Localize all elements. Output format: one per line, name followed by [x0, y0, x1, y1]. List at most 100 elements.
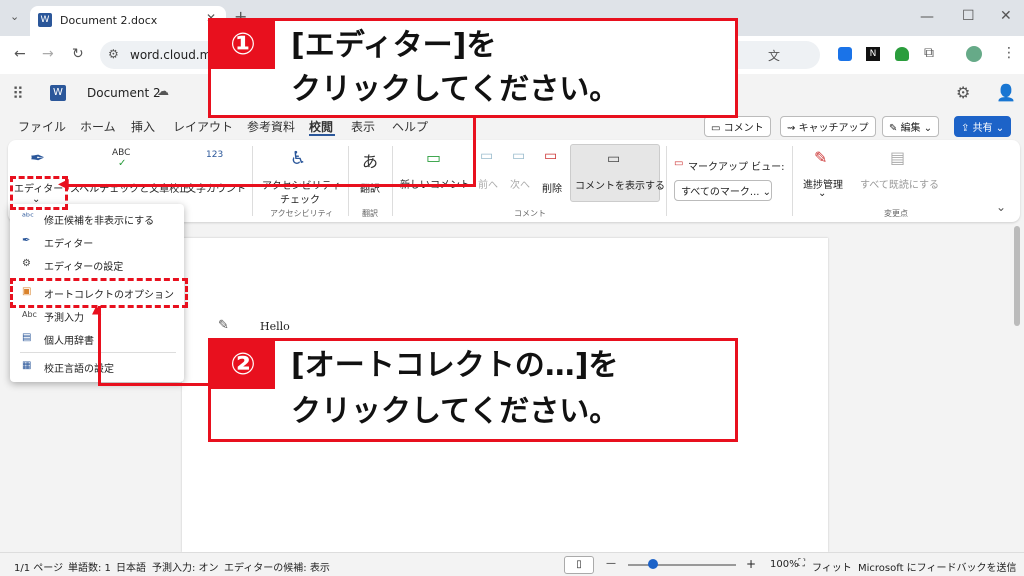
shield-extension-icon[interactable] — [895, 47, 909, 61]
word-count[interactable]: 単語数: 1 — [68, 559, 111, 574]
status-bar: 1/1 ページ 単語数: 1 日本語 予測入力: オン エディターの候補: 表示… — [0, 552, 1024, 576]
tab-view[interactable]: 表示 — [351, 118, 375, 135]
predictive-text-status[interactable]: 予測入力: オン — [152, 559, 219, 574]
extension-icon[interactable] — [838, 47, 852, 61]
settings-gear-icon[interactable]: ⚙ — [956, 83, 970, 102]
share-icon: ⇪ — [961, 123, 973, 134]
markup-view-select[interactable]: すべてのマーク... ⌄ — [674, 180, 772, 201]
connector-line-2b — [98, 383, 210, 386]
spellcheck-button[interactable]: スペルチェックと文章校正 — [70, 180, 189, 195]
catchup-button[interactable]: ⇝ キャッチアップ — [780, 116, 876, 137]
step-1-line-1: [エディター]を — [291, 28, 497, 63]
maximize-icon[interactable]: ☐ — [962, 8, 975, 24]
translate-button[interactable]: 翻訳 — [360, 180, 380, 195]
zoom-slider-track[interactable] — [628, 564, 736, 566]
group-label-changes: 変更点 — [884, 209, 908, 218]
app-launcher-icon[interactable]: ⠿ — [12, 84, 24, 103]
close-window-icon[interactable]: ✕ — [1000, 8, 1012, 24]
catchup-icon: ⇝ — [787, 123, 799, 134]
menu-item-predictive-text[interactable]: Abc 予測入力 — [22, 309, 182, 324]
reload-icon[interactable]: ↻ — [72, 46, 84, 62]
divider — [666, 146, 667, 216]
fit-button[interactable]: フィット — [812, 559, 852, 574]
tab-file[interactable]: ファイル — [18, 118, 66, 135]
show-comments-button[interactable]: ▭ コメントを表示する — [570, 144, 665, 202]
tab-layout[interactable]: レイアウト — [173, 118, 233, 135]
comment-button[interactable]: ▭ コメント — [704, 116, 771, 137]
wordcount-button[interactable]: 文字カウント — [186, 180, 246, 195]
forward-icon[interactable]: → — [42, 46, 54, 62]
notion-extension-icon[interactable]: N — [866, 47, 880, 61]
zoom-in-button[interactable]: + — [746, 557, 756, 571]
accept-all-button[interactable]: すべて既読にする — [860, 176, 939, 191]
menu-item-label: 予測入力 — [44, 313, 84, 324]
step-2-line-2: クリックしてください。 — [291, 394, 620, 429]
comment-icon: ▭ — [711, 123, 724, 134]
scrollbar-thumb[interactable] — [1014, 226, 1020, 326]
menu-item-label: エディター — [44, 239, 94, 250]
next-comment-button[interactable]: 次へ — [510, 176, 530, 191]
zoom-out-button[interactable]: — — [606, 558, 616, 569]
menu-item-hide-suggestions[interactable]: ᵃᵇᶜ 修正候補を非表示にする — [22, 212, 182, 227]
minimize-icon[interactable]: — — [920, 9, 934, 25]
connector-line-2 — [98, 306, 101, 386]
tab-review[interactable]: 校閲 — [309, 118, 333, 135]
menu-item-label: 修正候補を非表示にする — [44, 216, 155, 227]
zoom-slider-thumb[interactable] — [648, 559, 658, 569]
markup-icon: ▭ — [674, 158, 684, 169]
delete-comment-icon: ▭ — [544, 148, 558, 164]
tab-references[interactable]: 参考資料 — [247, 118, 295, 135]
track-changes-chevron-icon[interactable]: ⌄ — [818, 188, 826, 199]
new-comment-icon: ▭ — [426, 148, 442, 167]
page-count: 1/1 ページ — [14, 563, 64, 574]
next-comment-icon: ▭ — [512, 148, 526, 164]
tab-insert[interactable]: 挿入 — [131, 118, 155, 135]
back-icon[interactable]: ← — [14, 46, 26, 62]
more-menu-icon[interactable]: ⋮ — [1002, 45, 1016, 61]
tab-search-icon[interactable]: ⌄ — [10, 10, 19, 23]
callout-step-1: ① [エディター]を クリックしてください。 — [208, 18, 738, 118]
menu-item-editor[interactable]: ✒ エディター — [22, 235, 182, 250]
profile-avatar[interactable] — [966, 46, 982, 62]
connector-line-1b — [473, 118, 476, 187]
active-tab-indicator — [309, 134, 335, 136]
tab-help[interactable]: ヘルプ — [392, 118, 428, 135]
translate-icon[interactable]: 文 — [768, 47, 780, 64]
copilot-sparkle-icon[interactable]: ✎ — [218, 318, 229, 333]
language-indicator[interactable]: 日本語 — [116, 559, 146, 574]
abc-strike-icon: ᵃᵇᶜ — [22, 212, 34, 223]
divider — [348, 146, 349, 216]
prev-comment-button[interactable]: 前へ — [478, 176, 498, 191]
edit-mode-button[interactable]: ✎ 編集 ⌄ — [882, 116, 940, 137]
fit-icon: ⛶ — [798, 558, 805, 569]
accessibility-check-label-2: チェック — [280, 195, 320, 206]
menu-item-custom-dictionary[interactable]: ▤ 個人用辞書 — [22, 332, 182, 347]
ribbon-collapse-chevron-icon[interactable]: ⌄ — [996, 200, 1006, 214]
account-person-icon[interactable]: 👤 — [996, 83, 1016, 102]
cloud-saved-icon: ☁ — [157, 84, 169, 98]
site-info-icon[interactable]: ⚙ — [108, 47, 119, 61]
share-button[interactable]: ⇪ 共有 ⌄ — [954, 116, 1012, 137]
editor-pen-icon: ✒ — [30, 148, 46, 169]
tab-home[interactable]: ホーム — [80, 118, 116, 135]
group-label-accessibility: アクセシビリティ — [270, 209, 334, 218]
spellcheck-check-icon: ✓ — [118, 158, 127, 169]
step-2-number: ② — [211, 341, 275, 389]
divider — [792, 146, 793, 216]
menu-item-proofing-language[interactable]: ▦ 校正言語の設定 — [22, 360, 182, 375]
divider — [392, 146, 393, 216]
pencil-icon: ✎ — [889, 123, 901, 134]
delete-comment-button[interactable]: 削除 — [542, 180, 562, 195]
feedback-link[interactable]: Microsoft にフィードバックを送信 — [858, 559, 1017, 574]
markup-select-value: すべてのマーク... — [681, 187, 760, 198]
markup-view-label: マークアップ ビュー: — [688, 162, 785, 173]
zoom-level[interactable]: 100% — [770, 559, 799, 570]
print-layout-icon[interactable]: ▯ — [564, 556, 594, 574]
document-title[interactable]: Document 2 — [87, 86, 161, 100]
menu-item-editor-settings[interactable]: ⚙ エディターの設定 — [22, 258, 182, 273]
puzzle-extensions-icon[interactable]: ⧉ — [924, 45, 934, 61]
browser-tab[interactable]: W Document 2.docx ✕ — [30, 6, 226, 36]
editor-suggestions-status[interactable]: エディターの候補: 表示 — [224, 559, 330, 574]
menu-item-label: 校正言語の設定 — [44, 364, 114, 375]
catchup-button-label: キャッチアップ — [798, 123, 869, 134]
